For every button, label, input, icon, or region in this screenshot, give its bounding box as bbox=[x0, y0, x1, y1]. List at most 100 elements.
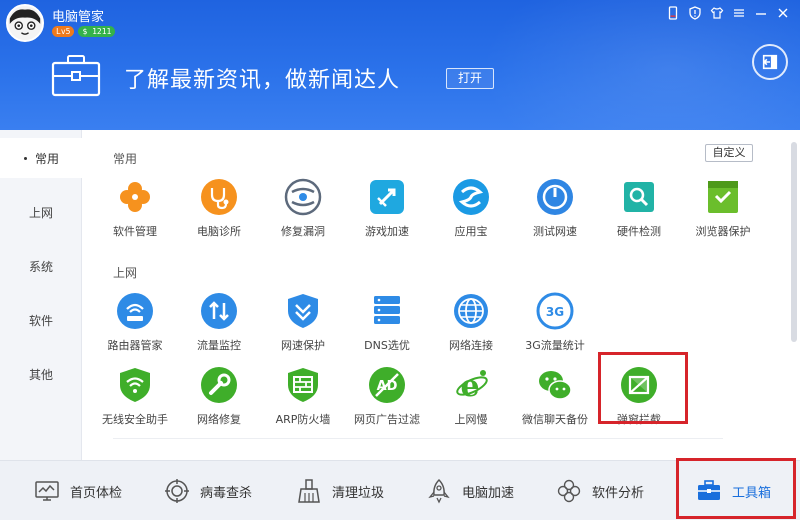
tool-label: 测试网速 bbox=[533, 225, 577, 238]
ad-block-icon: AD bbox=[368, 366, 406, 404]
nav-label: 清理垃圾 bbox=[332, 485, 385, 501]
traffic-arrows-icon bbox=[200, 292, 238, 330]
shield-icon[interactable] bbox=[686, 4, 704, 22]
game-boost-icon bbox=[368, 178, 406, 216]
virus-target-icon bbox=[165, 479, 189, 503]
nav-label: 首页体检 bbox=[70, 485, 123, 501]
tool-label: 浏览器保护 bbox=[695, 225, 751, 238]
tool-software-manager[interactable]: 软件管理 bbox=[93, 178, 177, 239]
tools-panel: 常用 自定义 软件管理 电脑诊所 修复漏洞 游戏加速 应用宝 测试网速 硬件检测… bbox=[83, 130, 800, 460]
section-title-internet: 上网 bbox=[113, 266, 138, 280]
tool-arp-firewall[interactable]: ARP防火墙 bbox=[261, 366, 345, 427]
tool-ad-filter[interactable]: AD 网页广告过滤 bbox=[345, 366, 429, 427]
window-controls bbox=[664, 4, 792, 22]
customize-button[interactable]: 自定义 bbox=[705, 144, 753, 162]
tool-label: 流量监控 bbox=[197, 339, 241, 352]
tool-label: 无线安全助手 bbox=[102, 413, 168, 426]
svg-text:e: e bbox=[460, 369, 479, 404]
nav-software-analysis[interactable]: 软件分析 bbox=[556, 461, 644, 520]
badges: Lv5 $ 1211 bbox=[52, 26, 116, 37]
3g-icon: 3G bbox=[536, 292, 574, 330]
wrench-icon bbox=[200, 366, 238, 404]
tool-label: 网页广告过滤 bbox=[354, 413, 420, 426]
clover-icon bbox=[116, 178, 154, 216]
nav-clean-junk[interactable]: 清理垃圾 bbox=[296, 461, 384, 520]
tool-label: DNS选优 bbox=[364, 339, 410, 352]
sidebar-item-system[interactable]: 系统 bbox=[0, 246, 82, 286]
tool-label: 上网慢 bbox=[454, 413, 488, 426]
wechat-icon bbox=[536, 366, 574, 404]
tool-label: 路由器管家 bbox=[107, 339, 163, 352]
tool-dns-optimize[interactable]: DNS选优 bbox=[345, 292, 429, 353]
tool-label: 应用宝 bbox=[454, 225, 488, 238]
nav-home-check[interactable]: 首页体检 bbox=[34, 461, 122, 520]
tool-speed-protection[interactable]: 网速保护 bbox=[261, 292, 345, 353]
sidebar-item-common[interactable]: 常用 bbox=[0, 138, 83, 178]
speedometer-icon bbox=[536, 178, 574, 216]
tool-fix-vulnerability[interactable]: 修复漏洞 bbox=[261, 178, 345, 239]
tool-label: 游戏加速 bbox=[365, 225, 409, 238]
tool-browser-protection[interactable]: 浏览器保护 bbox=[681, 178, 765, 239]
tool-label: 软件管理 bbox=[113, 225, 157, 238]
tool-network-repair[interactable]: 网络修复 bbox=[177, 366, 261, 427]
banner-text: 了解最新资讯，做新闻达人 bbox=[124, 68, 401, 93]
avatar-face-icon bbox=[8, 6, 42, 40]
tool-slow-internet[interactable]: e 上网慢 bbox=[429, 366, 513, 427]
tool-router-manager[interactable]: 路由器管家 bbox=[93, 292, 177, 353]
exit-button[interactable] bbox=[752, 44, 788, 80]
speed-shield-icon bbox=[284, 292, 322, 330]
tool-label: 电脑诊所 bbox=[197, 225, 241, 238]
highlight-box-toolbox bbox=[676, 458, 796, 519]
tool-3g-traffic[interactable]: 3G 3G流量统计 bbox=[513, 292, 597, 353]
sidebar-item-other[interactable]: 其他 bbox=[0, 354, 82, 394]
tool-network-connection[interactable]: 网络连接 bbox=[429, 292, 513, 353]
minimize-icon[interactable] bbox=[752, 4, 770, 22]
dns-server-icon bbox=[368, 292, 406, 330]
sidebar-item-software[interactable]: 软件 bbox=[0, 300, 82, 340]
nav-virus-scan[interactable]: 病毒查杀 bbox=[164, 461, 252, 520]
tool-label: ARP防火墙 bbox=[275, 413, 331, 426]
coins-badge[interactable]: $ 1211 bbox=[78, 26, 116, 37]
globe-icon bbox=[452, 292, 490, 330]
tool-wechat-backup[interactable]: 微信聊天备份 bbox=[513, 366, 597, 427]
tool-traffic-monitor[interactable]: 流量监控 bbox=[177, 292, 261, 353]
app-store-icon bbox=[452, 178, 490, 216]
close-icon[interactable] bbox=[774, 4, 792, 22]
tool-label: 网络修复 bbox=[197, 413, 241, 426]
phone-icon[interactable] bbox=[664, 4, 682, 22]
section-title-common: 常用 bbox=[113, 152, 138, 166]
bottom-nav: 首页体检 病毒查杀 清理垃圾 电脑加速 软件分析 工具箱 bbox=[0, 458, 800, 520]
tool-app-store[interactable]: 应用宝 bbox=[429, 178, 513, 239]
tool-game-boost[interactable]: 游戏加速 bbox=[345, 178, 429, 239]
toolbox-banner-icon bbox=[51, 55, 101, 97]
exit-icon bbox=[762, 54, 778, 70]
sidebar: 常用 上网 系统 软件 其他 bbox=[0, 130, 83, 460]
nav-label: 病毒查杀 bbox=[200, 485, 253, 501]
browser-shield-icon bbox=[704, 178, 742, 216]
menu-icon[interactable] bbox=[730, 4, 748, 22]
tool-label: 修复漏洞 bbox=[281, 225, 325, 238]
patch-icon bbox=[284, 178, 322, 216]
rocket-icon bbox=[428, 478, 450, 504]
wifi-shield-icon bbox=[116, 366, 154, 404]
divider bbox=[113, 438, 723, 439]
avatar[interactable] bbox=[6, 4, 44, 42]
shirt-icon[interactable] bbox=[708, 4, 726, 22]
clover-outline-icon bbox=[557, 479, 581, 503]
tool-speed-test[interactable]: 测试网速 bbox=[513, 178, 597, 239]
nav-pc-boost[interactable]: 电脑加速 bbox=[426, 461, 514, 520]
tool-pc-clinic[interactable]: 电脑诊所 bbox=[177, 178, 261, 239]
open-button[interactable]: 打开 bbox=[446, 68, 494, 89]
tool-hardware-check[interactable]: 硬件检测 bbox=[597, 178, 681, 239]
scrollbar[interactable] bbox=[791, 142, 797, 342]
tool-label: 网络连接 bbox=[449, 339, 493, 352]
router-icon bbox=[116, 292, 154, 330]
tool-label: 硬件检测 bbox=[617, 225, 661, 238]
level-badge[interactable]: Lv5 bbox=[52, 26, 75, 37]
chip-icon bbox=[620, 178, 658, 216]
highlight-box-popup-block bbox=[598, 352, 688, 424]
nav-label: 软件分析 bbox=[592, 485, 645, 501]
tool-wifi-security[interactable]: 无线安全助手 bbox=[93, 366, 177, 427]
sidebar-item-label: 常用 bbox=[34, 151, 59, 166]
sidebar-item-internet[interactable]: 上网 bbox=[0, 192, 82, 232]
